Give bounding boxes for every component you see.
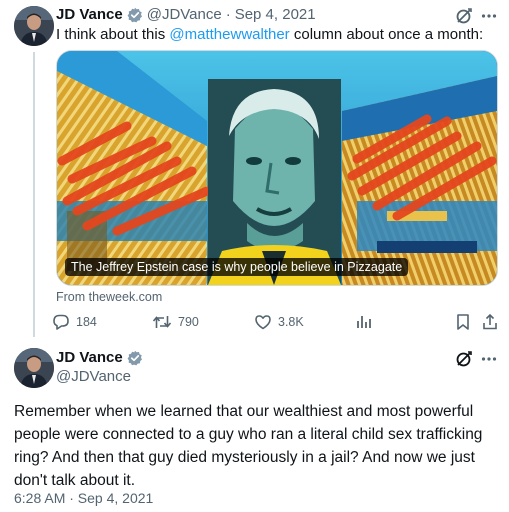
verified-badge-icon bbox=[127, 350, 143, 366]
repost-icon bbox=[152, 313, 172, 331]
like-count: 3.8K bbox=[278, 315, 304, 329]
tweet2-text: Remember when we learned that our wealth… bbox=[14, 403, 483, 489]
tweet2-header: JD Vance bbox=[56, 349, 143, 366]
more-icon[interactable] bbox=[480, 7, 498, 25]
card-caption: The Jeffrey Epstein case is why people b… bbox=[65, 258, 409, 276]
share-button[interactable] bbox=[481, 313, 499, 331]
tweet-text-after: column about once a month: bbox=[289, 26, 484, 43]
link-card[interactable]: The Jeffrey Epstein case is why people b… bbox=[56, 50, 498, 286]
more-icon[interactable] bbox=[480, 350, 498, 368]
reply-count: 184 bbox=[76, 315, 97, 329]
views-icon bbox=[355, 313, 373, 331]
separator: · bbox=[225, 6, 231, 23]
handle[interactable]: @JDVance bbox=[147, 6, 222, 23]
repost-button[interactable]: 790 bbox=[152, 313, 199, 331]
tweet-text: I think about this @matthewwalther colum… bbox=[56, 25, 496, 45]
bookmark-icon bbox=[455, 313, 471, 331]
avatar[interactable] bbox=[14, 348, 54, 388]
repost-count: 790 bbox=[178, 315, 199, 329]
display-name[interactable]: JD Vance bbox=[56, 349, 123, 366]
reply-button[interactable]: 184 bbox=[52, 313, 97, 331]
tweet-date[interactable]: Sep 4, 2021 bbox=[235, 6, 316, 23]
tweet-header: JD Vance @JDVance · Sep 4, 2021 bbox=[56, 6, 316, 23]
reply-icon bbox=[52, 313, 70, 331]
avatar[interactable] bbox=[14, 6, 54, 46]
handle[interactable]: @JDVance bbox=[56, 368, 131, 385]
mention-link[interactable]: @matthewwalther bbox=[169, 26, 289, 43]
like-icon bbox=[254, 313, 272, 331]
views-button[interactable] bbox=[355, 313, 373, 331]
card-source[interactable]: From theweek.com bbox=[56, 290, 162, 304]
like-button[interactable]: 3.8K bbox=[254, 313, 304, 331]
share-icon bbox=[481, 313, 499, 331]
thread-line bbox=[33, 52, 35, 337]
grok-icon[interactable] bbox=[455, 350, 473, 368]
bookmark-button[interactable] bbox=[455, 313, 471, 331]
card-image bbox=[57, 51, 497, 285]
display-name[interactable]: JD Vance bbox=[56, 6, 123, 23]
grok-icon[interactable] bbox=[455, 7, 473, 25]
verified-badge-icon bbox=[127, 7, 143, 23]
tweet-timestamp[interactable]: 6:28 AM · Sep 4, 2021 bbox=[14, 490, 153, 506]
tweet-text-before: I think about this bbox=[56, 26, 170, 43]
